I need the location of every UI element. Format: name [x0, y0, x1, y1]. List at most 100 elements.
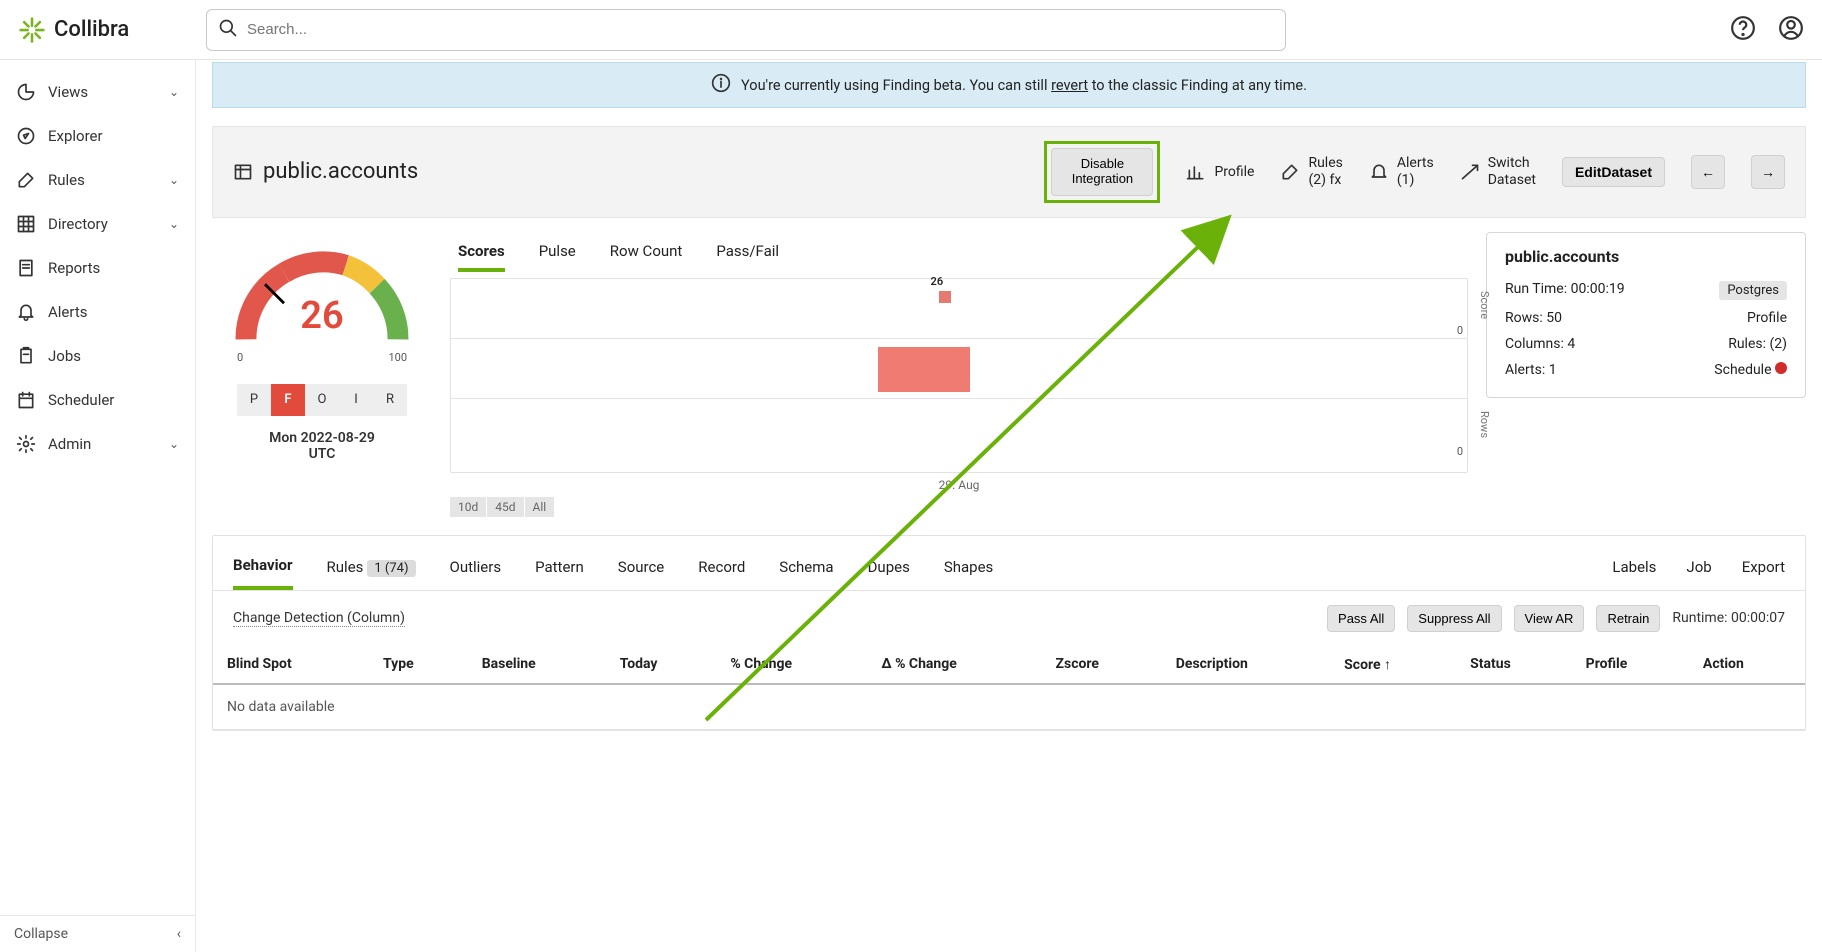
retrain-button[interactable]: Retrain [1596, 605, 1660, 632]
range-10d[interactable]: 10d [450, 497, 486, 517]
profile-action[interactable]: Profile [1186, 162, 1254, 182]
tab-outliers[interactable]: Outliers [450, 548, 502, 588]
revert-link[interactable]: revert [1051, 77, 1088, 94]
sidebar-item-alerts[interactable]: Alerts [0, 290, 195, 334]
alerts-action[interactable]: Alerts(1) [1369, 155, 1434, 189]
prev-button[interactable]: ← [1691, 155, 1725, 189]
collapse-button[interactable]: Collapse ‹ [0, 915, 195, 952]
col-pct-change[interactable]: % Change [716, 646, 867, 684]
grade-f[interactable]: F [271, 384, 305, 416]
edit-dataset-button[interactable]: EditDataset [1562, 157, 1665, 187]
main: You're currently using Finding beta. You… [196, 60, 1822, 952]
metrics-row: 26 0 100 P F O I R Mon 2022-08-29 UTC [212, 232, 1806, 517]
sidebar-item-label: Admin [48, 435, 91, 453]
tab-rules[interactable]: Rules1 (74) [327, 548, 416, 588]
grade-p[interactable]: P [237, 384, 271, 416]
col-description[interactable]: Description [1162, 646, 1330, 684]
rules-action[interactable]: Rules(2) fx [1280, 155, 1342, 189]
rows-bar [878, 347, 970, 392]
grade-i[interactable]: I [339, 384, 373, 416]
col-blind-spot[interactable]: Blind Spot [213, 646, 369, 684]
pass-all-button[interactable]: Pass All [1327, 605, 1395, 632]
col-profile[interactable]: Profile [1572, 646, 1689, 684]
change-detection-link[interactable]: Change Detection (Column) [233, 610, 405, 627]
view-ar-button[interactable]: View AR [1514, 605, 1585, 632]
sidebar-item-jobs[interactable]: Jobs [0, 334, 195, 378]
empty-row: No data available [213, 684, 1805, 730]
sidebar-item-explorer[interactable]: Explorer [0, 114, 195, 158]
range-45d[interactable]: 45d [487, 497, 523, 517]
brand-name: Collibra [54, 17, 129, 42]
lower-panel: Behavior Rules1 (74) Outliers Pattern So… [212, 535, 1806, 731]
tab-export[interactable]: Export [1742, 548, 1785, 588]
info-icon [711, 73, 731, 97]
tab-pattern[interactable]: Pattern [535, 548, 584, 588]
user-icon[interactable] [1778, 15, 1804, 45]
sub-bar: Change Detection (Column) Pass All Suppr… [213, 591, 1805, 646]
chevron-down-icon: ⌄ [169, 85, 179, 99]
help-icon[interactable] [1730, 15, 1756, 45]
sidebar-item-directory[interactable]: Directory ⌄ [0, 202, 195, 246]
tab-pass-fail[interactable]: Pass/Fail [716, 234, 779, 272]
col-delta-pct[interactable]: Δ % Change [867, 646, 1041, 684]
top-icons [1730, 15, 1804, 45]
disable-integration-highlight: Disable Integration [1044, 141, 1160, 203]
chart-panel: Scores Pulse Row Count Pass/Fail 26 0 Sc… [450, 232, 1468, 517]
tab-scores[interactable]: Scores [458, 234, 505, 272]
next-button[interactable]: → [1751, 155, 1785, 189]
tab-pulse[interactable]: Pulse [539, 234, 576, 272]
grade-r[interactable]: R [373, 384, 407, 416]
col-action[interactable]: Action [1689, 646, 1805, 684]
lower-tabs: Behavior Rules1 (74) Outliers Pattern So… [213, 536, 1805, 591]
col-baseline[interactable]: Baseline [468, 646, 606, 684]
sidebar-item-label: Reports [48, 259, 100, 277]
sidebar-item-admin[interactable]: Admin ⌄ [0, 422, 195, 466]
sidebar-item-rules[interactable]: Rules ⌄ [0, 158, 195, 202]
range-all[interactable]: All [525, 497, 555, 517]
tab-behavior[interactable]: Behavior [233, 546, 293, 590]
tab-labels[interactable]: Labels [1612, 548, 1656, 588]
chevron-left-icon: ‹ [177, 926, 181, 942]
rules-link[interactable]: Rules: (2) [1728, 336, 1787, 352]
chevron-down-icon: ⌄ [169, 173, 179, 187]
tab-record[interactable]: Record [698, 548, 745, 588]
sidebar-item-views[interactable]: Views ⌄ [0, 70, 195, 114]
col-status[interactable]: Status [1456, 646, 1572, 684]
sidebar-item-scheduler[interactable]: Scheduler [0, 378, 195, 422]
suppress-all-button[interactable]: Suppress All [1407, 605, 1501, 632]
tab-shapes[interactable]: Shapes [944, 548, 993, 588]
sidebar-item-label: Alerts [48, 303, 88, 321]
tab-schema[interactable]: Schema [779, 548, 833, 588]
sidebar: Views ⌄ Explorer Rules ⌄ Directory ⌄ Rep… [0, 60, 196, 952]
profile-link[interactable]: Profile [1747, 310, 1787, 326]
search-input[interactable] [206, 9, 1286, 51]
sidebar-item-label: Explorer [48, 127, 103, 145]
grade-row: P F O I R [212, 384, 432, 416]
gauge-score: 26 [227, 294, 417, 338]
logo[interactable]: Collibra [18, 16, 188, 44]
tab-row-count[interactable]: Row Count [610, 234, 683, 272]
search-wrap [206, 9, 1286, 51]
logo-icon [18, 16, 46, 44]
status-dot-icon [1775, 362, 1787, 374]
tab-job[interactable]: Job [1686, 548, 1711, 588]
col-zscore[interactable]: Zscore [1042, 646, 1162, 684]
switch-dataset-action[interactable]: SwitchDataset [1460, 155, 1536, 189]
tab-source[interactable]: Source [618, 548, 664, 588]
col-score[interactable]: Score [1330, 646, 1456, 684]
header-actions: Disable Integration Profile Rules(2) fx … [1044, 141, 1785, 203]
arrow-right-icon: → [1761, 164, 1775, 180]
disable-integration-button[interactable]: Disable Integration [1051, 148, 1153, 196]
tab-dupes[interactable]: Dupes [868, 548, 910, 588]
schedule-link[interactable]: Schedule [1714, 362, 1771, 378]
page-title: public.accounts [233, 159, 418, 184]
info-title: public.accounts [1505, 247, 1787, 266]
sidebar-item-label: Views [48, 83, 88, 101]
time-range: 10d 45d All [450, 497, 1468, 517]
page-header: public.accounts Disable Integration Prof… [212, 126, 1806, 218]
col-type[interactable]: Type [369, 646, 468, 684]
search-icon [218, 18, 238, 42]
col-today[interactable]: Today [606, 646, 717, 684]
sidebar-item-reports[interactable]: Reports [0, 246, 195, 290]
grade-o[interactable]: O [305, 384, 339, 416]
